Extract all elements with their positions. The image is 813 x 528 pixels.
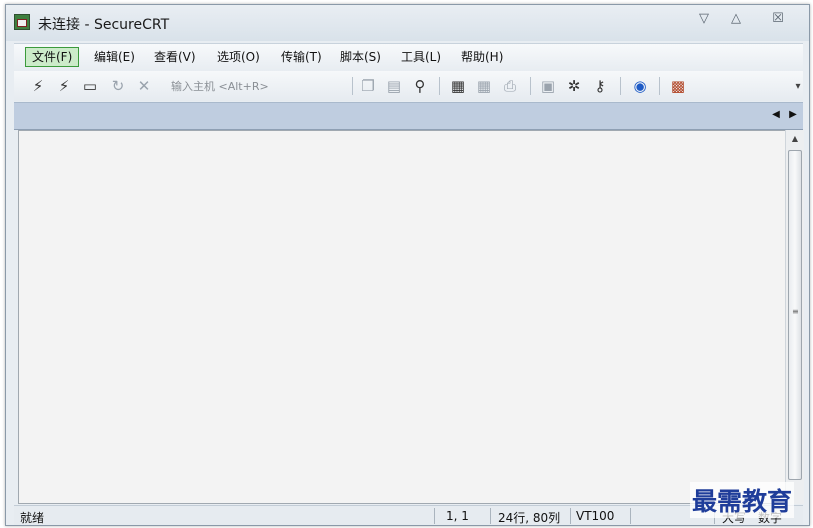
print-icon[interactable]: ▦	[448, 76, 468, 96]
status-separator	[570, 508, 571, 524]
menu-bar: 文件(F) 编辑(E) 查看(V) 选项(O) 传输(T) 脚本(S) 工具(L…	[14, 43, 803, 72]
status-bar: 就绪 1, 1 24行, 80列 VT100 大写 数字	[14, 505, 803, 525]
menu-options[interactable]: 选项(O)	[211, 47, 266, 67]
session-tab-bar: ◀ ▶	[14, 102, 803, 130]
paste-icon[interactable]: ▤	[384, 76, 404, 96]
help-icon[interactable]: ◉	[630, 76, 650, 96]
status-terminal-size: 24行, 80列	[498, 511, 561, 525]
menu-help[interactable]: 帮助(H)	[455, 47, 509, 67]
securecrt-window: 未连接 - SecureCRT ▽ △ ☒ 文件(F) 编辑(E) 查看(V) …	[5, 4, 810, 526]
copy-icon[interactable]: ❐	[358, 76, 378, 96]
keymap-icon[interactable]: ▩	[668, 76, 688, 96]
connect-in-tab-icon[interactable]: ▭	[80, 76, 100, 96]
toolbar-separator	[352, 77, 353, 95]
status-ready: 就绪	[20, 511, 45, 525]
menu-transfer[interactable]: 传输(T)	[275, 47, 328, 67]
scroll-grip-icon: ≡	[792, 307, 799, 316]
vertical-scrollbar[interactable]: ▲ ≡	[785, 130, 804, 504]
toolbar-separator	[620, 77, 621, 95]
connect-icon[interactable]: ⚡	[28, 76, 48, 96]
quick-connect-icon[interactable]: ⚡	[54, 76, 74, 96]
print-selection-icon[interactable]: ▦	[474, 76, 494, 96]
status-separator	[630, 508, 631, 524]
close-button[interactable]: ☒	[766, 11, 790, 27]
minimize-button[interactable]: ▽	[692, 11, 716, 27]
maximize-button[interactable]: △	[724, 11, 748, 27]
status-separator	[434, 508, 435, 524]
reconnect-icon[interactable]: ↻	[108, 76, 128, 96]
scroll-thumb[interactable]: ≡	[788, 150, 802, 480]
securecrt-app-icon	[14, 14, 30, 30]
status-separator	[490, 508, 491, 524]
status-cursor-position: 1, 1	[446, 509, 469, 523]
session-options-icon[interactable]: ▣	[538, 76, 558, 96]
toolbar-separator	[530, 77, 531, 95]
window-title: 未连接 - SecureCRT	[38, 17, 170, 33]
watermark-text: 最需教育	[690, 482, 795, 518]
menu-tools[interactable]: 工具(L)	[395, 47, 447, 67]
tab-scroll-right-icon[interactable]: ▶	[788, 109, 798, 121]
tab-scroll-left-icon[interactable]: ◀	[771, 109, 781, 121]
global-options-icon[interactable]: ✲	[564, 76, 584, 96]
toolbar-separator	[439, 77, 440, 95]
toolbar-separator	[659, 77, 660, 95]
toolbar: ⚡ ⚡ ▭ ↻ ✕ ❐ ▤ ⚲ ▦ ▦ ⎙ ▣ ✲ ⚷ ◉ ▩ ▾	[14, 71, 803, 101]
menu-script[interactable]: 脚本(S)	[334, 47, 387, 67]
menu-view[interactable]: 查看(V)	[148, 47, 202, 67]
menu-file[interactable]: 文件(F)	[25, 47, 80, 67]
terminal-area[interactable]	[18, 130, 786, 504]
scroll-up-icon[interactable]: ▲	[786, 132, 804, 146]
printer-icon[interactable]: ⎙	[500, 76, 520, 96]
toolbar-overflow-icon[interactable]: ▾	[793, 81, 803, 99]
menu-edit[interactable]: 编辑(E)	[88, 47, 141, 67]
title-bar[interactable]: 未连接 - SecureCRT ▽ △ ☒	[6, 5, 809, 41]
find-icon[interactable]: ⚲	[410, 76, 430, 96]
key-icon[interactable]: ⚷	[590, 76, 610, 96]
disconnect-icon[interactable]: ✕	[134, 76, 154, 96]
host-input[interactable]	[169, 77, 353, 95]
status-emulation: VT100	[576, 509, 615, 523]
